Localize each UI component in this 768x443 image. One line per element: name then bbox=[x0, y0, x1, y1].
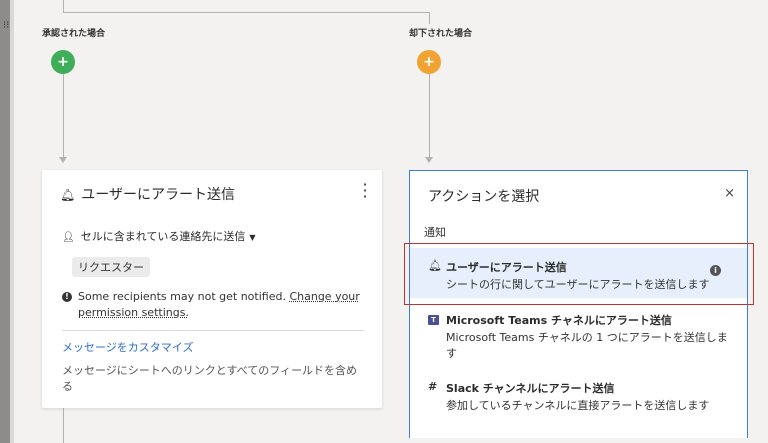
branch-connector-right-top bbox=[429, 12, 430, 24]
change-permission-link[interactable]: Change your bbox=[289, 290, 359, 303]
plus-icon: + bbox=[423, 54, 435, 70]
card-divider bbox=[62, 330, 364, 331]
permission-warning: ! Some recipients may not get notified. C… bbox=[62, 289, 362, 321]
rejected-arrow-icon bbox=[425, 157, 433, 163]
rejected-branch-label: 却下された場合 bbox=[409, 29, 473, 39]
rejected-connector bbox=[429, 74, 430, 158]
more-options-icon[interactable]: · · · bbox=[362, 177, 368, 205]
approved-connector bbox=[63, 74, 64, 158]
person-icon: 👤︎ bbox=[62, 232, 75, 243]
approved-branch-label: 承認された場合 bbox=[42, 29, 106, 39]
info-icon[interactable]: i bbox=[710, 265, 721, 276]
alert-user-card[interactable]: 🔔︎ ユーザーにアラート送信 · · · 👤︎ セルに含まれている連絡先に送信 ▼ リクエ… bbox=[42, 170, 382, 408]
card-title: 🔔︎ ユーザーにアラート送信 bbox=[60, 184, 235, 204]
select-action-panel: アクションを選択 × 通知 🔔︎ ユーザーにアラート送信 i シートの行に関して… bbox=[409, 170, 748, 438]
option-slack-alert[interactable]: # Slack チャンネルにアラート送信 参加しているチャンネルに直接アラートを… bbox=[410, 374, 747, 424]
approved-arrow-icon bbox=[59, 157, 67, 163]
card-title-text: ユーザーにアラート送信 bbox=[81, 187, 235, 203]
slack-icon: # bbox=[428, 380, 438, 393]
option-title: Microsoft Teams チャネルにアラート送信 bbox=[446, 314, 672, 327]
customize-description: メッセージにシートへのリンクとすべてのフィールドを含める bbox=[62, 364, 358, 393]
permission-settings-link[interactable]: permission settings. bbox=[78, 305, 362, 321]
panel-title: アクションを選択 bbox=[428, 189, 540, 205]
info-icon: ! bbox=[62, 292, 72, 302]
option-title: Slack チャンネルにアラート送信 bbox=[446, 382, 615, 395]
option-title: ユーザーにアラート送信 bbox=[446, 261, 567, 274]
send-to-dropdown[interactable]: 👤︎ セルに含まれている連絡先に送信 ▼ bbox=[62, 228, 256, 244]
caret-down-icon: ▼ bbox=[249, 233, 256, 242]
customize-message-link[interactable]: メッセージをカスタマイズ bbox=[62, 339, 193, 355]
branch-connector-horizontal bbox=[63, 12, 430, 13]
close-icon[interactable]: × bbox=[724, 186, 735, 201]
plus-icon: + bbox=[57, 54, 69, 70]
bell-icon: 🔔︎ bbox=[60, 188, 76, 202]
left-rail: ⁝⁝ bbox=[0, 0, 10, 443]
option-desc: Microsoft Teams チャネルの 1 つにアラートを送信します bbox=[446, 331, 728, 360]
option-alert-user[interactable]: 🔔︎ ユーザーにアラート送信 i シートの行に関してユーザーにアラートを送信しま… bbox=[410, 248, 747, 298]
left-rail-edge bbox=[10, 0, 14, 443]
recipient-chip[interactable]: リクエスター bbox=[72, 257, 150, 277]
option-desc: シートの行に関してユーザーにアラートを送信します bbox=[446, 278, 710, 291]
option-desc: 参加しているチャンネルに直接アラートを送信します bbox=[446, 399, 710, 412]
add-step-approved-button[interactable]: + bbox=[51, 50, 75, 74]
section-label-notification: 通知 bbox=[424, 226, 446, 239]
option-teams-alert[interactable]: T Microsoft Teams チャネルにアラート送信 Microsoft … bbox=[410, 306, 747, 364]
send-to-label: セルに含まれている連絡先に送信 bbox=[80, 230, 246, 243]
add-step-rejected-button[interactable]: + bbox=[417, 50, 441, 74]
teams-icon: T bbox=[428, 312, 439, 325]
approved-connector-bottom bbox=[63, 408, 64, 443]
warning-text: Some recipients may not get notified. bbox=[78, 290, 286, 303]
bell-icon: 🔔︎ bbox=[428, 259, 442, 272]
